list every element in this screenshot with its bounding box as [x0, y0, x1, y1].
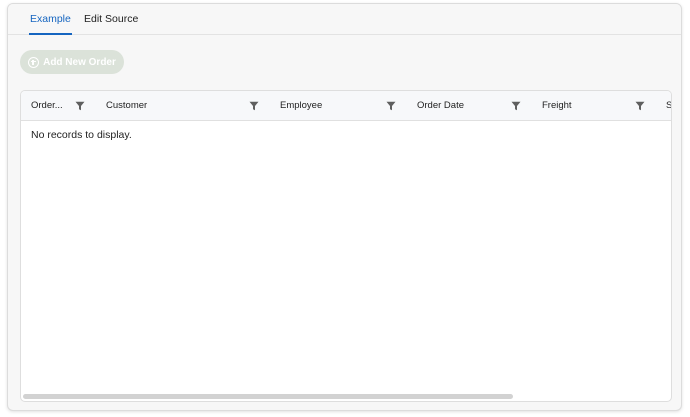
column-header-ship[interactable]: S [666, 91, 671, 121]
column-header-order-id[interactable]: Order... [31, 91, 63, 121]
tab-bar: Example Edit Source [8, 4, 681, 35]
filter-icon[interactable] [386, 101, 396, 111]
add-new-order-label: Add New Order [43, 56, 116, 68]
filter-icon[interactable] [511, 101, 521, 111]
horizontal-scrollbar[interactable] [23, 394, 513, 399]
add-new-order-button[interactable]: Add New Order [20, 50, 124, 74]
tab-edit-source[interactable]: Edit Source [84, 4, 138, 35]
demo-frame: Example Edit Source Add New Order Order.… [7, 3, 682, 411]
filter-icon[interactable] [75, 101, 85, 111]
column-header-freight[interactable]: Freight [542, 91, 572, 121]
column-header-order-date[interactable]: Order Date [417, 91, 464, 121]
orders-grid: Order... Customer Employee Order Date Fr… [20, 90, 672, 402]
filter-icon[interactable] [635, 101, 645, 111]
tab-example[interactable]: Example [29, 4, 72, 35]
no-records-message: No records to display. [31, 129, 132, 141]
column-header-employee[interactable]: Employee [280, 91, 322, 121]
grid-header: Order... Customer Employee Order Date Fr… [21, 91, 671, 121]
filter-icon[interactable] [249, 101, 259, 111]
column-header-customer[interactable]: Customer [106, 91, 147, 121]
plus-circle-icon [28, 56, 40, 68]
